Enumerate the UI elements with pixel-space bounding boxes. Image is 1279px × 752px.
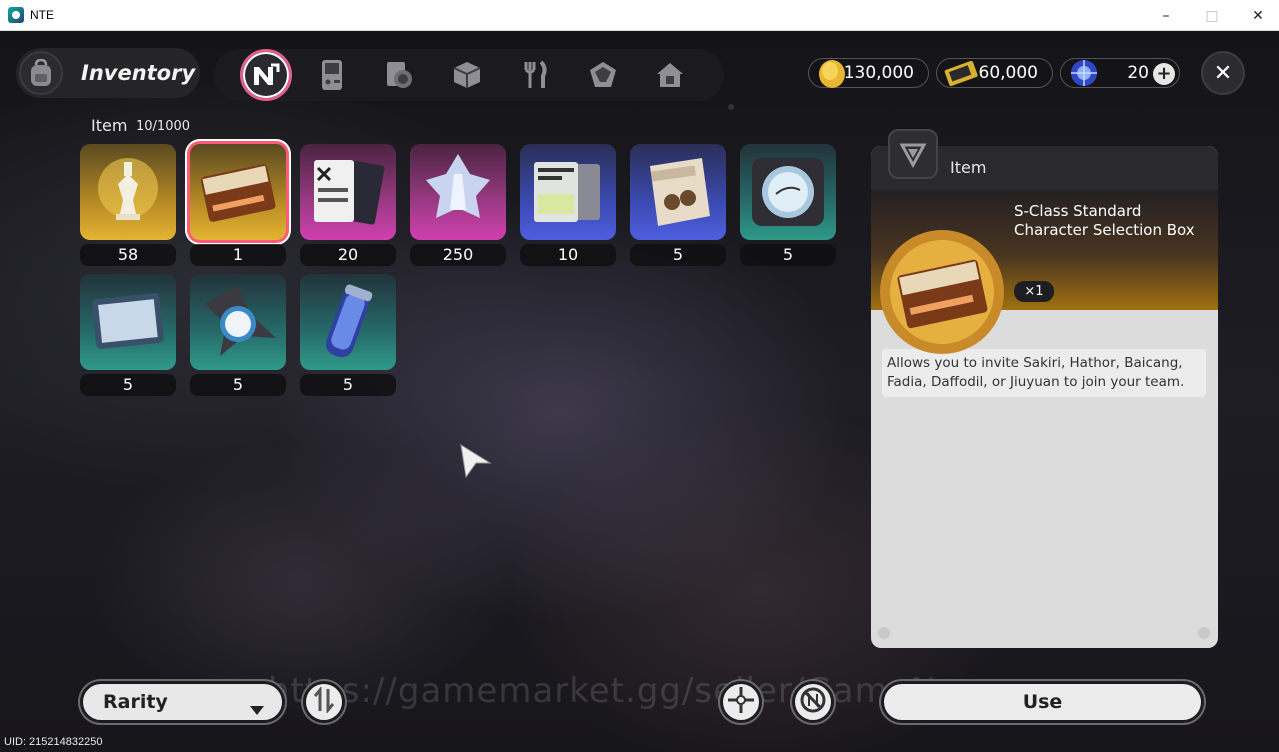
item-capacity: 10/1000 [136, 119, 191, 134]
backpack-icon [19, 51, 63, 95]
ticket-currency: 60,000 [936, 58, 1053, 88]
item-slot-4[interactable]: 250 [410, 144, 506, 269]
item-quantity: 58 [80, 244, 176, 266]
filter-button[interactable] [720, 681, 762, 723]
gem-cube-icon [588, 60, 618, 90]
user-id: UID: 215214832250 [4, 736, 103, 748]
tab-food[interactable] [515, 55, 555, 95]
item-slot-2[interactable]: 1 [190, 144, 286, 269]
selection-box-large-icon [877, 227, 1007, 357]
crystal-tower-icon [410, 144, 506, 240]
item-quantity: 250 [410, 244, 506, 266]
item-section-label: Item [91, 116, 128, 135]
sort-arrows-icon [312, 685, 336, 717]
detail-category: Item [950, 158, 987, 177]
tab-books[interactable] [379, 55, 419, 95]
crystal-currency: 20 + [1060, 58, 1180, 88]
item-owned-count: ×1 [1014, 281, 1054, 302]
canister-icon [300, 274, 396, 370]
item-detail-panel: Item S-Class Standard Character Selectio… [871, 146, 1218, 648]
item-slot-6[interactable]: 5 [630, 144, 726, 269]
maximize-button[interactable]: □ [1189, 0, 1235, 31]
game-window: NTE – □ ✕ Inventory 130,000 60,000 20 + … [0, 0, 1279, 752]
item-category-badge-icon [888, 129, 938, 179]
add-crystal-button[interactable]: + [1153, 63, 1175, 85]
coin-icon [815, 56, 849, 90]
category-scroll-indicator [728, 104, 734, 110]
item-slot-9[interactable]: 5 [190, 274, 286, 399]
item-quantity: 5 [300, 374, 396, 396]
item-slot-10[interactable]: 5 [300, 274, 396, 399]
coin-amount: 130,000 [843, 63, 914, 83]
tickets-icon [520, 144, 616, 240]
item-slot-5[interactable]: 10 [520, 144, 616, 269]
minimize-button[interactable]: – [1143, 0, 1189, 31]
clear-filter-button[interactable] [792, 681, 834, 723]
handheld-console-icon [319, 59, 345, 91]
ticket-icon [943, 56, 978, 90]
item-quantity: 10 [520, 244, 616, 266]
snack-bag-icon [630, 144, 726, 240]
chevron-down-icon [250, 698, 264, 715]
item-quantity: 5 [190, 374, 286, 396]
item-name: S-Class Standard Character Selection Box [1014, 202, 1195, 239]
tab-nte-logo[interactable] [240, 49, 292, 101]
app-icon [8, 7, 24, 23]
use-button[interactable]: Use [881, 681, 1204, 723]
tab-box[interactable] [447, 55, 487, 95]
inventory-title: Inventory [81, 61, 196, 85]
blue-crystal-icon [1067, 56, 1101, 90]
crosshair-icon [727, 686, 755, 718]
crystal-amount: 20 [1127, 63, 1149, 83]
tab-home[interactable] [650, 55, 690, 95]
tablet-icon [80, 274, 176, 370]
panel-corner-dot [1198, 627, 1210, 639]
nte-logo-icon [251, 62, 281, 88]
item-quantity: 20 [300, 244, 396, 266]
gauge-device-icon [740, 144, 836, 240]
window-title-bar: NTE – □ ✕ [0, 0, 1279, 31]
inventory-header: Inventory [16, 48, 200, 98]
mouse-cursor-icon [458, 443, 492, 483]
item-slot-1[interactable]: 58 [80, 144, 176, 269]
coin-currency: 130,000 [808, 58, 929, 88]
no-symbol-icon [799, 686, 827, 718]
ticket-amount: 60,000 [978, 63, 1038, 83]
close-icon: ✕ [1213, 60, 1233, 86]
item-slot-8[interactable]: 5 [80, 274, 176, 399]
compass-spinner-icon [190, 274, 286, 370]
selection-box-icon [190, 144, 286, 240]
sort-order-button[interactable] [303, 681, 345, 723]
category-tabs [214, 49, 724, 101]
sort-label: Rarity [103, 691, 168, 713]
home-icon [655, 60, 685, 90]
close-inventory-button[interactable]: ✕ [1201, 51, 1245, 95]
panel-corner-dot [878, 627, 890, 639]
sort-dropdown[interactable]: Rarity [80, 681, 285, 723]
item-quantity: 5 [80, 374, 176, 396]
item-quantity: 5 [630, 244, 726, 266]
close-window-button[interactable]: ✕ [1235, 0, 1279, 31]
card-set-icon [300, 144, 396, 240]
item-slot-7[interactable]: 5 [740, 144, 836, 269]
chess-king-emblem-icon [80, 144, 176, 240]
window-title: NTE [30, 8, 54, 22]
item-slot-3[interactable]: 20 [300, 144, 396, 269]
tab-gems[interactable] [583, 55, 623, 95]
game-scene: Inventory 130,000 60,000 20 + ✕ Item 10/… [0, 31, 1279, 752]
item-quantity: 5 [740, 244, 836, 266]
books-icon [383, 59, 415, 91]
fork-knife-icon [521, 60, 549, 90]
tab-console[interactable] [312, 55, 352, 95]
box-icon [452, 60, 482, 90]
item-quantity: 1 [190, 244, 286, 266]
